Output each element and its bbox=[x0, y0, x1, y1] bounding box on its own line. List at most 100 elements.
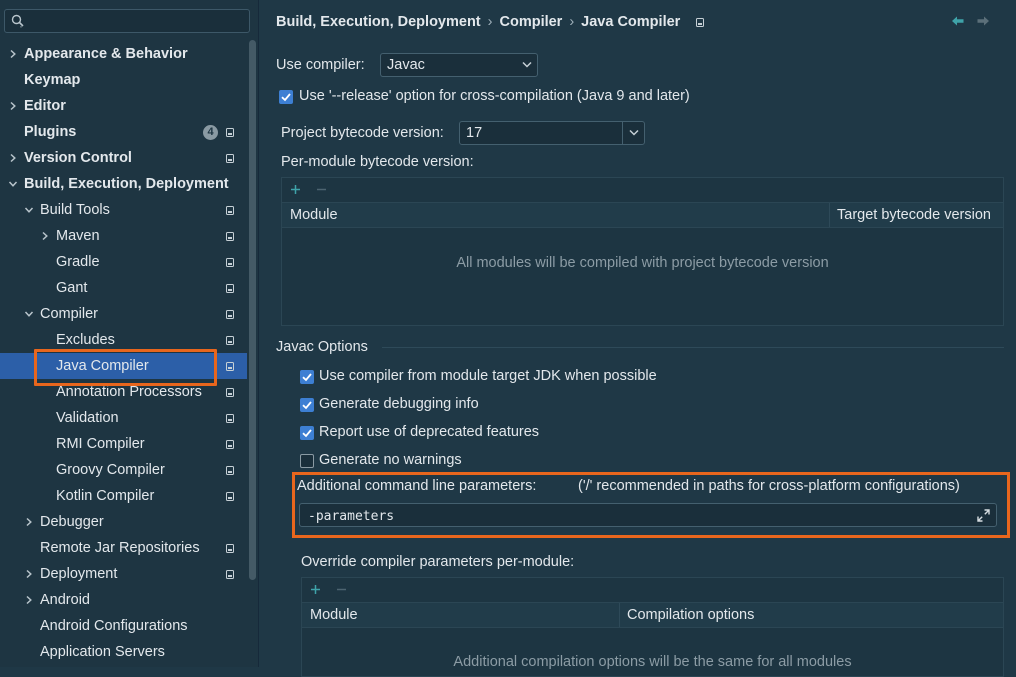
sidebar-item-annotation-processors[interactable]: Annotation Processors bbox=[0, 379, 247, 405]
project-scope-icon bbox=[226, 310, 234, 319]
checkbox-label[interactable]: Report use of deprecated features bbox=[319, 424, 539, 440]
project-scope-icon bbox=[226, 128, 234, 137]
sidebar-item-debugger[interactable]: Debugger bbox=[0, 509, 247, 535]
column-header-module[interactable]: Module bbox=[290, 203, 338, 227]
project-scope-icon bbox=[226, 544, 234, 553]
sidebar-item-android-configurations[interactable]: Android Configurations bbox=[0, 613, 247, 639]
use-compiler-label: Use compiler: bbox=[276, 57, 365, 73]
checkbox-module-target-jdk[interactable] bbox=[300, 370, 314, 384]
column-divider[interactable] bbox=[619, 603, 620, 627]
checkbox-no-warnings[interactable] bbox=[300, 454, 314, 468]
sidebar-item-version-control[interactable]: Version Control bbox=[0, 145, 247, 171]
sidebar-item-maven[interactable]: Maven bbox=[0, 223, 247, 249]
sidebar-item-kotlin-compiler[interactable]: Kotlin Compiler bbox=[0, 483, 247, 509]
chevron-right-icon[interactable] bbox=[24, 569, 34, 579]
sidebar-item-label: Android bbox=[40, 592, 90, 608]
chevron-down-icon[interactable] bbox=[8, 179, 18, 189]
sidebar-item-label: Gradle bbox=[56, 254, 100, 270]
dropdown-button[interactable] bbox=[622, 122, 644, 144]
checkbox-deprecated-features[interactable] bbox=[300, 426, 314, 440]
project-scope-icon bbox=[226, 284, 234, 293]
back-arrow-icon[interactable] bbox=[951, 15, 965, 27]
project-scope-icon bbox=[226, 570, 234, 579]
project-bytecode-label: Project bytecode version: bbox=[281, 125, 444, 141]
project-scope-icon bbox=[226, 336, 234, 345]
chevron-right-icon[interactable] bbox=[40, 231, 50, 241]
sidebar-item-label: Editor bbox=[24, 98, 66, 114]
sidebar-item-validation[interactable]: Validation bbox=[0, 405, 247, 431]
sidebar-item-label: Validation bbox=[56, 410, 119, 426]
chevron-right-icon[interactable] bbox=[8, 49, 18, 59]
sidebar-item-android[interactable]: Android bbox=[0, 587, 247, 613]
project-scope-icon bbox=[226, 258, 234, 267]
sidebar-item-excludes[interactable]: Excludes bbox=[0, 327, 247, 353]
sidebar-scrollbar[interactable] bbox=[249, 40, 256, 580]
checkbox-label[interactable]: Generate no warnings bbox=[319, 452, 462, 468]
release-option-label[interactable]: Use '--release' option for cross-compila… bbox=[299, 88, 690, 104]
remove-icon[interactable] bbox=[336, 584, 347, 595]
sidebar-item-editor[interactable]: Editor bbox=[0, 93, 247, 119]
chevron-down-icon[interactable] bbox=[24, 205, 34, 215]
settings-search-input[interactable] bbox=[29, 12, 248, 32]
chevron-down-icon[interactable] bbox=[24, 309, 34, 319]
add-icon[interactable] bbox=[290, 184, 301, 195]
checkbox-debugging-info[interactable] bbox=[300, 398, 314, 412]
chevron-right-icon[interactable] bbox=[24, 517, 34, 527]
sidebar-item-compiler[interactable]: Compiler bbox=[0, 301, 247, 327]
breadcrumb-item[interactable]: Build, Execution, Deployment bbox=[276, 14, 481, 30]
column-divider[interactable] bbox=[829, 203, 830, 227]
table-toolbar bbox=[302, 578, 1003, 602]
sidebar-item-label: Android Configurations bbox=[40, 618, 188, 634]
settings-content: Build, Execution, Deployment › Compiler › Ja… bbox=[259, 0, 1016, 677]
sidebar-item-application-servers[interactable]: Application Servers bbox=[0, 639, 247, 665]
sidebar-item-label: Gant bbox=[56, 280, 88, 296]
sidebar-item-build-tools[interactable]: Build Tools bbox=[0, 197, 247, 223]
sidebar-item-build-execution-deployment[interactable]: Build, Execution, Deployment bbox=[0, 171, 247, 197]
column-header-compilation-options[interactable]: Compilation options bbox=[627, 603, 754, 627]
count-badge: 4 bbox=[203, 125, 218, 140]
use-compiler-dropdown[interactable]: Javac bbox=[380, 53, 538, 77]
checkbox-label[interactable]: Use compiler from module target JDK when… bbox=[319, 368, 657, 384]
project-bytecode-dropdown[interactable]: 17 bbox=[459, 121, 645, 145]
sidebar-item-rmi-compiler[interactable]: RMI Compiler bbox=[0, 431, 247, 457]
sidebar-item-keymap[interactable]: Keymap bbox=[0, 67, 247, 93]
settings-search-box[interactable] bbox=[4, 9, 250, 33]
project-scope-icon bbox=[226, 388, 234, 397]
chevron-right-icon[interactable] bbox=[8, 153, 18, 163]
column-header-target-bytecode[interactable]: Target bytecode version bbox=[837, 203, 991, 227]
release-option-checkbox[interactable] bbox=[279, 90, 293, 104]
chevron-right-icon[interactable] bbox=[24, 595, 34, 605]
sidebar-item-plugins[interactable]: Plugins 4 bbox=[0, 119, 247, 145]
forward-arrow-icon[interactable] bbox=[976, 15, 990, 27]
sidebar-item-gradle[interactable]: Gradle bbox=[0, 249, 247, 275]
override-params-table: Module Compilation options Additional co… bbox=[301, 577, 1004, 677]
sidebar-item-appearance-behavior[interactable]: Appearance & Behavior bbox=[0, 41, 247, 67]
sidebar-item-remote-jar-repositories[interactable]: Remote Jar Repositories bbox=[0, 535, 247, 561]
checkbox-label[interactable]: Generate debugging info bbox=[319, 396, 479, 412]
group-separator bbox=[382, 347, 1004, 348]
project-scope-icon bbox=[226, 362, 234, 371]
breadcrumb-item[interactable]: Compiler bbox=[499, 14, 562, 30]
sidebar-item-groovy-compiler[interactable]: Groovy Compiler bbox=[0, 457, 247, 483]
additional-params-field[interactable] bbox=[299, 503, 997, 527]
sidebar-item-label: Plugins bbox=[24, 124, 77, 140]
sidebar-item-label: Debugger bbox=[40, 514, 104, 530]
settings-sidebar: Appearance & Behavior Keymap Editor Plugins… bbox=[0, 0, 259, 667]
table-empty-text: Additional compilation options will be t… bbox=[453, 654, 852, 670]
add-icon[interactable] bbox=[310, 584, 321, 595]
additional-params-input[interactable] bbox=[306, 506, 970, 526]
sidebar-item-label: Compiler bbox=[40, 306, 99, 322]
sidebar-item-gant[interactable]: Gant bbox=[0, 275, 247, 301]
chevron-right-icon: › bbox=[569, 14, 575, 31]
sidebar-item-label: Keymap bbox=[24, 72, 81, 88]
sidebar-item-deployment[interactable]: Deployment bbox=[0, 561, 247, 587]
chevron-right-icon[interactable] bbox=[8, 101, 18, 111]
project-scope-icon bbox=[226, 440, 234, 449]
table-toolbar bbox=[282, 178, 1003, 202]
remove-icon[interactable] bbox=[316, 184, 327, 195]
project-bytecode-value: 17 bbox=[466, 125, 483, 141]
column-header-module[interactable]: Module bbox=[310, 603, 358, 627]
sidebar-item-java-compiler[interactable]: Java Compiler bbox=[0, 353, 247, 379]
expand-icon[interactable] bbox=[977, 509, 990, 522]
chevron-right-icon: › bbox=[487, 14, 493, 31]
